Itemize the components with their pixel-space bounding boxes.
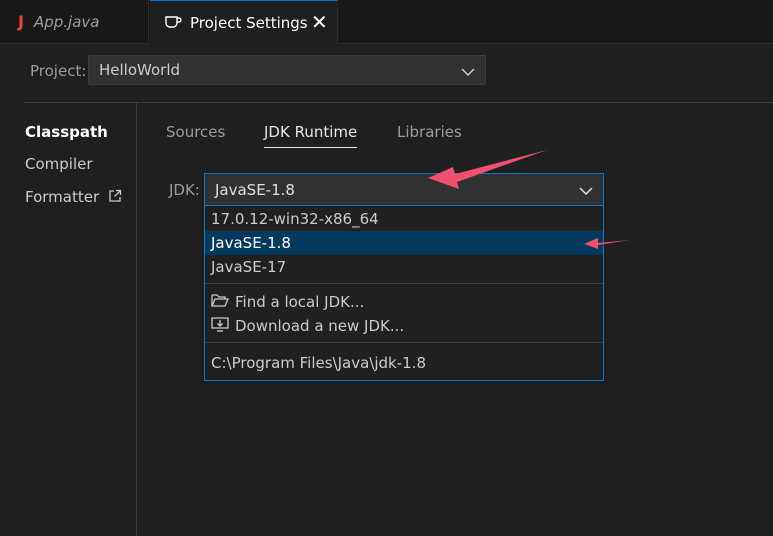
jdk-path[interactable]: C:\Program Files\Java\jdk-1.8 [211,354,426,372]
tab-sources[interactable]: Sources [166,123,225,141]
annotation-arrow-icon [428,150,547,189]
jdk-label: JDK: [169,181,200,199]
tab-label: Project Settings [190,13,308,32]
dropdown-separator [205,342,603,343]
tab-label: App.java [33,12,100,31]
jdk-selected-value: JavaSE-1.8 [215,180,295,199]
tab-jdk-runtime[interactable]: JDK Runtime [264,123,358,148]
close-icon[interactable]: ✕ [311,12,328,32]
editor-tab-bar: J App.java Project Settings ✕ [0,0,773,44]
vertical-divider [136,103,137,536]
chevron-down-icon [579,183,593,201]
project-row: Project: HelloWorld [30,55,486,87]
project-value: HelloWorld [99,61,181,79]
jdk-option[interactable]: 17.0.12-win32-x86_64 [205,207,603,231]
jdk-dropdown-list: 17.0.12-win32-x86_64 JavaSE-1.8 JavaSE-1… [204,206,604,381]
folder-open-icon [211,292,235,312]
tab-libraries[interactable]: Libraries [397,123,462,141]
find-local-jdk-action[interactable]: Find a local JDK... [211,290,364,314]
external-link-icon [108,189,122,207]
sidebar-item-classpath[interactable]: Classpath [25,123,108,141]
project-label: Project: [30,62,87,80]
sidebar-item-formatter[interactable]: Formatter [25,188,122,207]
dropdown-separator [205,283,603,284]
chevron-down-icon [461,64,475,82]
java-file-icon: J [18,12,24,31]
sidebar-item-compiler[interactable]: Compiler [25,155,93,173]
download-jdk-action[interactable]: Download a new JDK... [211,314,404,338]
action-label: Find a local JDK... [235,293,365,311]
jdk-option[interactable]: JavaSE-17 [205,255,603,279]
download-monitor-icon [211,316,235,336]
sidebar-item-label: Formatter [25,188,100,206]
annotation-arrow-icon [584,238,630,249]
coffee-cup-icon [164,13,182,33]
tab-app-java[interactable]: J App.java [0,0,149,43]
project-select[interactable]: HelloWorld [88,55,486,85]
jdk-option-selected[interactable]: JavaSE-1.8 [205,231,603,255]
tab-project-settings[interactable]: Project Settings ✕ [150,0,338,44]
action-label: Download a new JDK... [235,317,405,335]
